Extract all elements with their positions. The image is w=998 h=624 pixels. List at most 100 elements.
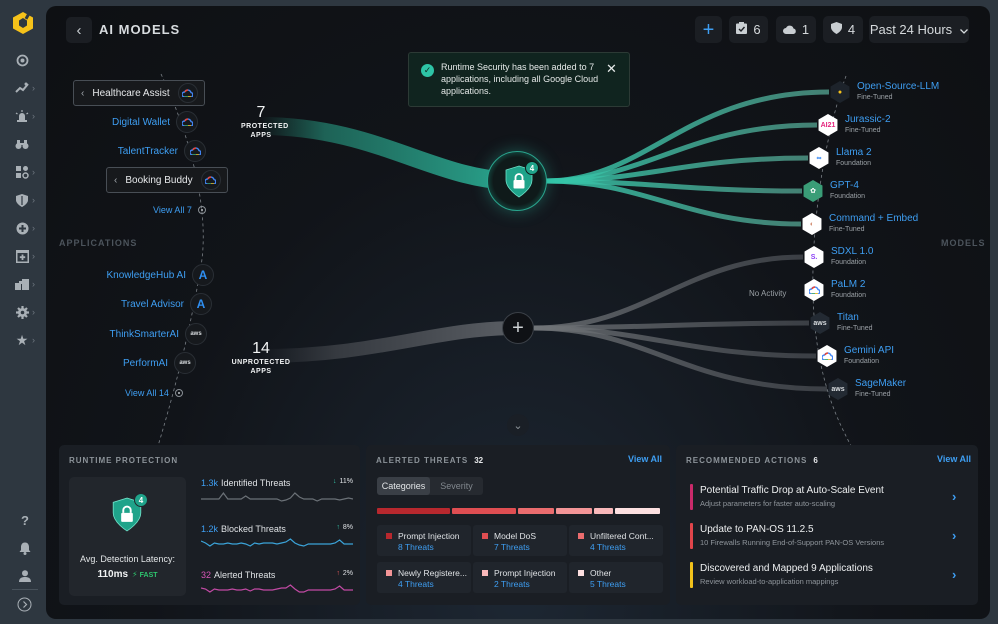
action-item[interactable]: Discovered and Mapped 9 Applications Revi…: [690, 562, 972, 592]
metric-title: 32 Alerted Threats: [201, 570, 275, 580]
nav-notifications[interactable]: [17, 538, 43, 558]
protected-count-value: 7: [256, 104, 266, 121]
model-titan[interactable]: aws Titan Fine-Tuned: [809, 312, 873, 334]
threat-category[interactable]: Prompt Injection 8 Threats: [377, 525, 471, 556]
aws-icon: aws: [174, 352, 196, 374]
protected-count-label: PROTECTED APPS: [241, 123, 289, 139]
azure-icon: A: [192, 264, 214, 286]
check-circle-icon: ✓: [421, 64, 434, 77]
chevron-right-icon[interactable]: ›: [952, 567, 956, 582]
threat-bar-segment[interactable]: [451, 508, 516, 514]
model-open-source-llm[interactable]: ● Open-Source-LLM Fine-Tuned: [829, 81, 939, 103]
chevron-right-icon: ›: [32, 223, 35, 233]
app-travel-advisor[interactable]: Travel Advisor A: [86, 293, 212, 315]
nav-user[interactable]: [17, 566, 43, 586]
tasks-button[interactable]: 6: [729, 16, 768, 43]
nav-favorites[interactable]: ★ ›: [14, 330, 40, 350]
threat-bar-segment[interactable]: [555, 508, 593, 514]
expand-sidebar-button[interactable]: [16, 594, 42, 614]
latency-label: Avg. Detection Latency:: [80, 554, 175, 564]
category-threats-link[interactable]: 4 Threats: [590, 542, 663, 552]
view-all-label: View All 14: [125, 388, 169, 398]
category-threats-link[interactable]: 7 Threats: [494, 542, 567, 552]
runtime-security-hub[interactable]: 4: [487, 151, 547, 211]
nav-radar[interactable]: [14, 50, 40, 70]
nav-security[interactable]: ›: [14, 190, 40, 210]
clouds-button[interactable]: 1: [776, 16, 816, 43]
model-sagemaker[interactable]: aws SageMaker Fine-Tuned: [827, 378, 906, 400]
tab-categories[interactable]: Categories: [377, 477, 430, 495]
chevron-right-icon[interactable]: ›: [952, 528, 956, 543]
threat-bar-segment[interactable]: [377, 508, 450, 514]
action-item[interactable]: Update to PAN-OS 11.2.5 10 Firewalls Runn…: [690, 523, 972, 553]
threat-bar-segment[interactable]: [517, 508, 554, 514]
chevron-right-icon: ›: [32, 83, 35, 93]
category-threats-link[interactable]: 4 Threats: [398, 579, 471, 589]
add-protection-hub[interactable]: +: [502, 312, 534, 344]
category-name: Model DoS: [494, 531, 537, 541]
back-button[interactable]: ‹: [66, 17, 92, 43]
threat-category[interactable]: Newly Registere... 4 Threats: [377, 562, 471, 593]
nav-alerts[interactable]: ›: [14, 106, 40, 126]
model-name: Open-Source-LLM: [857, 81, 940, 92]
category-threats-link[interactable]: 8 Threats: [398, 542, 471, 552]
app-knowledgehub-ai[interactable]: KnowledgeHub AI A: [86, 264, 214, 286]
model-gemini-api[interactable]: Gemini API Foundation: [816, 345, 894, 367]
nav-workloads[interactable]: ›: [14, 246, 40, 266]
metric-identified-threats[interactable]: 1.3k Identified Threats ↓ 11%: [201, 478, 353, 503]
metric-blocked-threats[interactable]: 1.2k Blocked Threats ↑ 8%: [201, 524, 353, 549]
scroll-down-button[interactable]: ⌄: [507, 414, 529, 436]
nav-apps[interactable]: ›: [14, 162, 40, 182]
openai-icon: ✿: [803, 180, 823, 202]
shields-button[interactable]: 4: [823, 16, 863, 43]
brand-logo[interactable]: [11, 11, 35, 35]
model-llama-2[interactable]: ∞ Llama 2 Foundation: [808, 147, 872, 169]
view-all-protected-link[interactable]: View All 7: [153, 205, 206, 215]
action-item[interactable]: Potential Traffic Drop at Auto-Scale Eve…: [690, 484, 972, 514]
threat-bar-segment[interactable]: [594, 508, 613, 514]
threat-bar-segment[interactable]: [614, 508, 661, 514]
threat-category[interactable]: Model DoS 7 Threats: [473, 525, 567, 556]
view-all-actions-link[interactable]: View All: [937, 454, 971, 464]
legend-swatch: [386, 533, 392, 539]
app-performai[interactable]: PerformAI aws: [86, 352, 196, 374]
time-range-dropdown[interactable]: Past 24 Hours: [869, 16, 969, 43]
protected-apps-count[interactable]: 7 PROTECTED APPS: [231, 104, 291, 140]
unprotected-apps-count[interactable]: 14 UNPROTECTED APPS: [226, 340, 296, 376]
nav-add[interactable]: ›: [14, 218, 40, 238]
close-icon[interactable]: ✕: [606, 61, 617, 77]
view-all-threats-link[interactable]: View All: [628, 454, 662, 464]
nav-explore[interactable]: [14, 134, 40, 154]
metric-alerted-threats[interactable]: 32 Alerted Threats ↑ 2%: [201, 570, 353, 595]
app-healthcare-assist[interactable]: ‹ Healthcare Assist: [73, 80, 205, 106]
threat-category[interactable]: Prompt Injection 2 Threats: [473, 562, 567, 593]
category-threats-link[interactable]: 2 Threats: [494, 579, 567, 589]
toast-message: Runtime Security has been added to 7 app…: [441, 62, 599, 96]
category-threats-link[interactable]: 5 Threats: [590, 579, 663, 589]
model-palm-2[interactable]: PaLM 2 Foundation: [803, 279, 866, 301]
threat-category[interactable]: Unfiltered Cont... 4 Threats: [569, 525, 663, 556]
nav-settings[interactable]: ›: [14, 302, 40, 322]
chevron-left-icon: ‹: [76, 21, 82, 39]
nav-help[interactable]: ?: [17, 510, 43, 530]
nav-assets[interactable]: ›: [14, 274, 40, 294]
aws-icon: aws: [810, 312, 830, 334]
nav-activity[interactable]: ›: [14, 78, 40, 98]
app-digital-wallet[interactable]: Digital Wallet: [106, 111, 198, 133]
model-command-embed[interactable]: ◐ Command + Embed Fine-Tuned: [801, 213, 918, 235]
action-subtitle: Review workload-to-application mappings: [700, 577, 839, 586]
app-name: ThinkSmarterAI: [109, 328, 179, 340]
threat-category[interactable]: Other 5 Threats: [569, 562, 663, 593]
model-sdxl-1-0[interactable]: S. SDXL 1.0 Foundation: [803, 246, 873, 268]
app-booking-buddy[interactable]: ‹ Booking Buddy: [106, 167, 228, 193]
model-flows: [533, 89, 830, 392]
view-all-unprotected-link[interactable]: View All 14: [125, 388, 183, 398]
add-button[interactable]: +: [695, 16, 722, 43]
app-thinksmarterai[interactable]: ThinkSmarterAI aws: [86, 323, 207, 345]
tab-severity[interactable]: Severity: [430, 477, 483, 495]
app-talenttracker[interactable]: TalentTracker: [106, 140, 206, 162]
model-jurassic-2[interactable]: AI21 Jurassic-2 Fine-Tuned: [817, 114, 891, 136]
chevron-right-icon[interactable]: ›: [952, 489, 956, 504]
model-gpt-4[interactable]: ✿ GPT-4 Foundation: [802, 180, 865, 202]
chevron-right-icon: ›: [32, 111, 35, 121]
